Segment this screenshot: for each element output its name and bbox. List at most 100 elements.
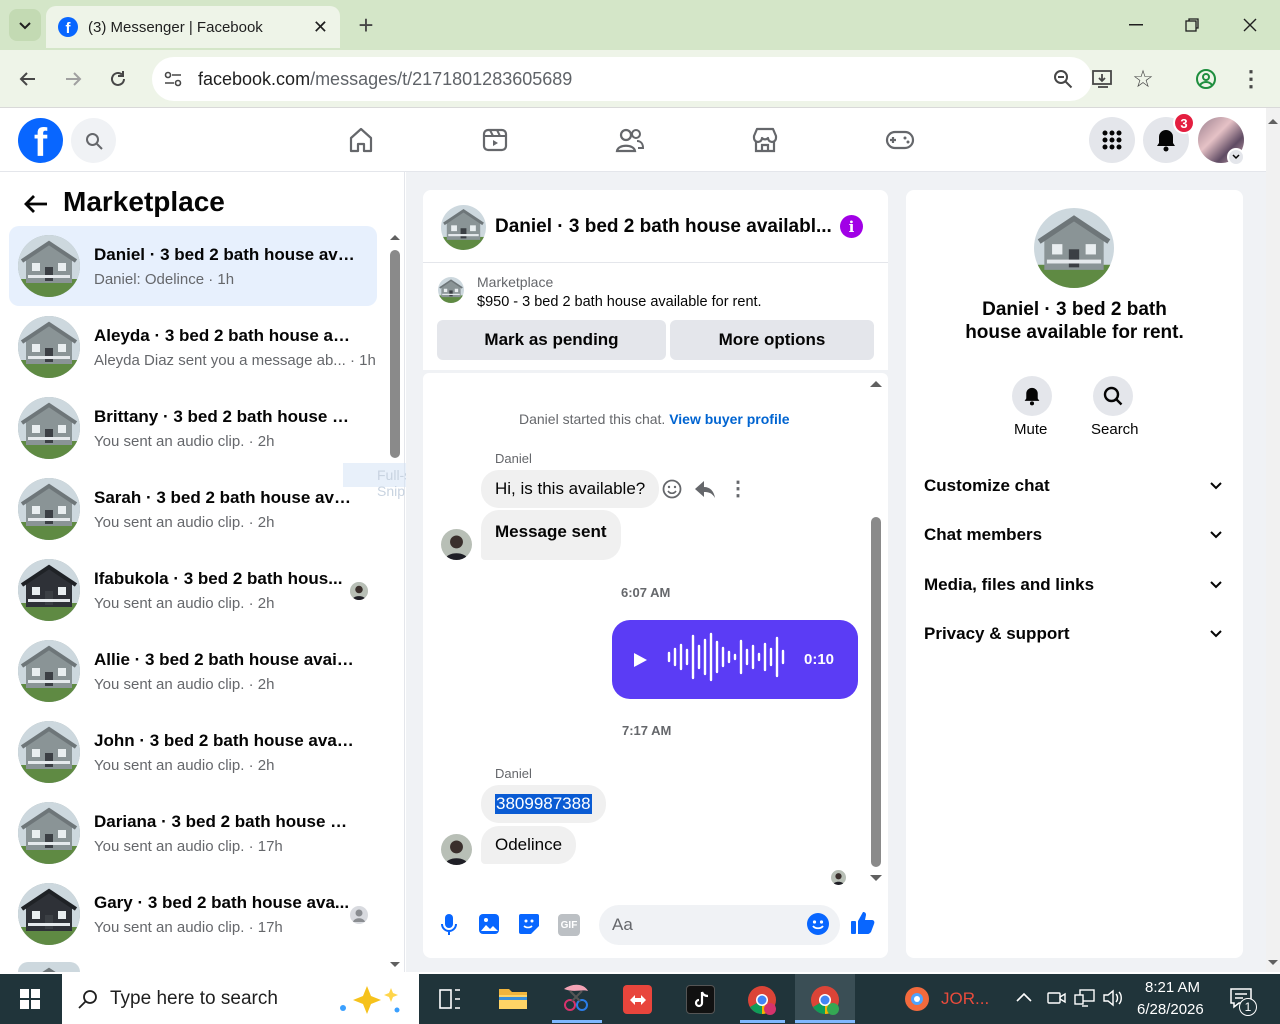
forward-icon[interactable] — [57, 63, 89, 95]
tiktok-icon[interactable] — [686, 985, 715, 1014]
mute-bell-icon[interactable] — [1012, 376, 1052, 416]
conversation-snippet: Aleyda Diaz sent you a message ab... · 1… — [94, 351, 376, 369]
message-more-icon[interactable]: ⋮ — [728, 478, 748, 500]
marketplace-icon[interactable] — [745, 122, 785, 158]
react-emoji-icon[interactable] — [661, 478, 683, 500]
site-info-icon[interactable] — [162, 68, 184, 90]
show-hidden-icons[interactable] — [1015, 990, 1033, 1008]
conversation-avatar — [18, 721, 80, 783]
windows-start-icon[interactable] — [0, 974, 60, 1024]
clock-date[interactable]: 6/28/2026 — [1137, 1001, 1204, 1018]
emoji-icon[interactable] — [806, 912, 830, 936]
tab-list-icon[interactable] — [9, 9, 41, 41]
chat-scrollbar[interactable] — [869, 375, 883, 887]
conversation-item[interactable]: Sarah · 3 bed 2 bath house avail... You s… — [9, 469, 377, 549]
list-scrollbar-thumb[interactable] — [390, 250, 400, 458]
audio-message[interactable]: 0:10 — [612, 620, 858, 699]
network-icon[interactable] — [1074, 988, 1096, 1008]
window-close-icon[interactable] — [1234, 9, 1266, 41]
conversation-item[interactable]: Ifabukola · 3 bed 2 bath hous... You sent… — [9, 550, 377, 630]
minimize-icon[interactable] — [1120, 9, 1152, 41]
news-weather-icon[interactable] — [902, 984, 932, 1014]
photo-icon[interactable] — [478, 913, 500, 937]
search-icon[interactable] — [71, 118, 116, 163]
file-explorer-icon[interactable] — [498, 985, 528, 1013]
browser-menu-icon[interactable]: ⋮ — [1235, 63, 1267, 95]
app-red-icon[interactable] — [623, 985, 652, 1014]
chrome-icon[interactable] — [809, 984, 841, 1016]
chrome-profile-icon[interactable] — [746, 984, 778, 1016]
audio-waveform-icon[interactable] — [666, 632, 790, 687]
listing-title[interactable]: $950 - 3 bed 2 bath house available for … — [477, 294, 762, 310]
back-arrow-icon[interactable] — [20, 188, 52, 220]
search-label[interactable]: Search — [1091, 421, 1139, 438]
listing-thumbnail[interactable] — [438, 277, 464, 303]
conversation-item[interactable]: Daniel · 3 bed 2 bath house avai... Danie… — [9, 226, 377, 306]
conversation-item[interactable]: Dariana · 3 bed 2 bath house av... You se… — [9, 793, 377, 873]
install-app-icon[interactable] — [1087, 63, 1119, 95]
sticker-icon[interactable] — [518, 913, 540, 937]
page-scrollbar[interactable] — [1266, 108, 1280, 972]
facebook-logo-icon[interactable]: f — [18, 118, 63, 163]
conversation-item[interactable]: Aleyda · 3 bed 2 bath house ava... Aleyda… — [9, 307, 377, 387]
bookmark-star-icon[interactable]: ☆ — [1127, 63, 1159, 95]
volume-icon[interactable] — [1102, 988, 1124, 1008]
conversation-avatar-partial[interactable] — [18, 962, 80, 972]
browser-tab[interactable]: f (3) Messenger | Facebook ✕ — [46, 6, 340, 48]
thumbs-up-icon[interactable] — [850, 910, 876, 938]
friends-icon[interactable] — [610, 122, 650, 158]
task-view-icon[interactable] — [437, 986, 463, 1012]
conversation-text: John · 3 bed 2 bath house availa... You s… — [94, 731, 356, 774]
info-section-label: Chat members — [924, 525, 1043, 544]
mark-as-pending-button[interactable]: Mark as pending — [437, 320, 666, 360]
clock-time[interactable]: 8:21 AM — [1145, 979, 1200, 996]
taskbar-app-label[interactable]: JOR... — [941, 989, 989, 1009]
info-avatar[interactable] — [1034, 208, 1114, 288]
profile-icon[interactable] — [1190, 63, 1222, 95]
menu-grid-icon[interactable] — [1089, 117, 1135, 163]
conversation-name: Daniel · 3 bed 2 bath house avai... — [94, 244, 356, 264]
gaming-icon[interactable] — [880, 122, 920, 158]
view-buyer-profile-link[interactable]: View buyer profile — [669, 411, 789, 427]
back-icon[interactable] — [12, 63, 44, 95]
search-in-chat-icon[interactable] — [1093, 376, 1133, 416]
conversation-item[interactable]: Brittany · 3 bed 2 bath house av... You s… — [9, 388, 377, 468]
account-chevron-icon[interactable] — [1227, 148, 1245, 166]
chat-scrollbar-thumb[interactable] — [871, 517, 881, 867]
restore-icon[interactable] — [1176, 9, 1208, 41]
info-section-row[interactable]: Media, files and links — [924, 575, 1224, 595]
sender-name: Daniel — [495, 766, 532, 781]
video-icon[interactable] — [475, 122, 515, 158]
message-bubble[interactable]: Message sent — [481, 510, 621, 560]
info-section-row[interactable]: Chat members — [924, 525, 1224, 545]
snipping-tool-icon[interactable] — [560, 983, 592, 1015]
close-tab-icon[interactable]: ✕ — [313, 17, 328, 38]
chat-info-icon[interactable]: i — [840, 215, 863, 238]
conversation-item[interactable]: John · 3 bed 2 bath house availa... You s… — [9, 712, 377, 792]
info-section-row[interactable]: Customize chat — [924, 476, 1224, 496]
zoom-icon[interactable] — [1047, 63, 1079, 95]
gif-icon[interactable]: GIF — [558, 914, 580, 936]
chat-header-title[interactable]: Daniel · 3 bed 2 bath house availabl... — [495, 216, 832, 238]
message-input[interactable]: Aa — [599, 905, 840, 945]
selected-phone-number[interactable]: 3809987388 — [495, 794, 592, 814]
message-bubble[interactable]: 3809987388 — [481, 785, 606, 823]
home-icon[interactable] — [341, 122, 381, 158]
chat-header-avatar[interactable] — [441, 205, 486, 250]
message-bubble[interactable]: Odelince — [481, 826, 577, 864]
conversation-item[interactable]: Allie · 3 bed 2 bath house availa... You … — [9, 631, 377, 711]
list-scrollbar[interactable] — [388, 232, 402, 970]
mute-label[interactable]: Mute — [1014, 421, 1047, 438]
new-tab-icon[interactable]: + — [350, 9, 382, 41]
meet-now-icon[interactable] — [1046, 988, 1066, 1008]
reply-icon[interactable] — [694, 479, 716, 501]
play-icon[interactable] — [632, 651, 650, 669]
taskbar-search[interactable]: Type here to search — [62, 974, 419, 1024]
info-section-row[interactable]: Privacy & support — [924, 624, 1224, 644]
reload-icon[interactable] — [102, 63, 134, 95]
address-bar[interactable]: facebook.com/messages/t/2171801283605689 — [152, 57, 1092, 101]
microphone-icon[interactable] — [438, 913, 460, 937]
more-options-button[interactable]: More options — [670, 320, 874, 360]
conversation-item[interactable]: Gary · 3 bed 2 bath house ava... You sent… — [9, 874, 377, 954]
message-bubble[interactable]: Hi, is this available? — [481, 470, 660, 508]
